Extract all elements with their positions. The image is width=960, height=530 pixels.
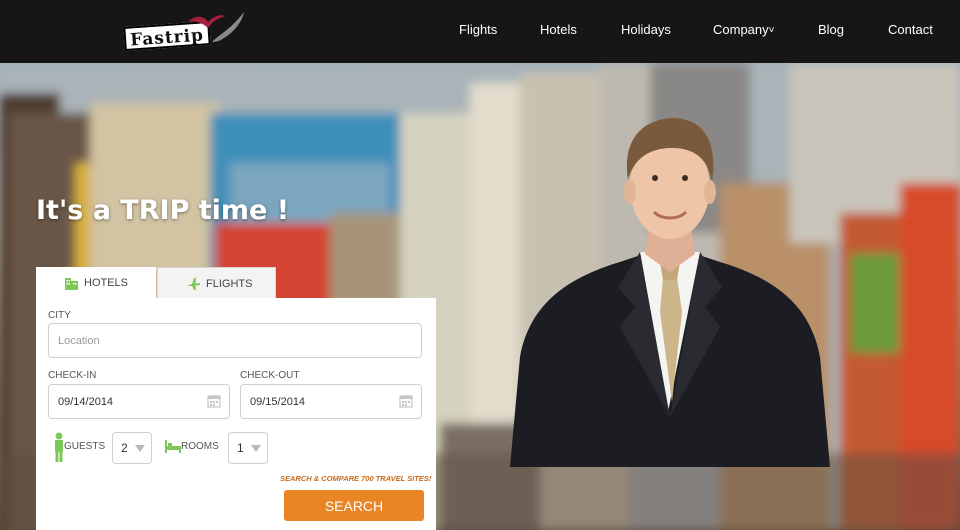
person-icon [55,432,63,462]
caret-down-icon [135,445,145,452]
nav-company-label: Company [713,22,769,37]
nav-holidays[interactable]: Holidays [621,22,671,37]
calendar-icon[interactable] [399,394,413,408]
brand-logo[interactable]: Fastrip [123,8,248,52]
checkin-date-input[interactable] [48,384,230,419]
bed-icon [165,440,181,453]
bird-logo-icon [188,12,244,42]
guests-value: 2 [121,441,128,455]
city-label: CITY [48,310,71,321]
chevron-down-icon: ˅ [768,25,775,36]
top-navbar: Fastrip Flights Hotels Holidays Company˅… [0,0,960,63]
search-button[interactable]: SEARCH [284,490,424,521]
checkout-date-input[interactable] [240,384,422,419]
calendar-icon[interactable] [207,394,221,408]
nav-company[interactable]: Company˅ [713,22,774,37]
plane-icon [187,278,200,290]
rooms-select[interactable]: 1 [228,432,268,464]
caret-down-icon [251,445,261,452]
tab-hotels[interactable]: HOTELS [36,267,156,299]
checkout-label: CHECK-OUT [240,370,300,381]
rooms-label: ROOMS [181,441,219,452]
tab-flights-label: FLIGHTS [206,278,253,290]
nav-hotels[interactable]: Hotels [540,22,577,37]
guests-select[interactable]: 2 [112,432,152,464]
hero-title: It's a TRIP time ! [36,195,290,226]
building-icon [65,278,78,290]
tab-flights[interactable]: FLIGHTS [157,267,276,299]
nav-flights[interactable]: Flights [459,22,497,37]
city-input[interactable] [48,323,422,358]
tab-hotels-label: HOTELS [84,277,129,289]
promo-text: SEARCH & COMPARE 700 TRAVEL SITES! [280,474,432,483]
guests-label: GUESTS [64,441,106,452]
hotel-search-form: CITY CHECK-IN CHECK-OUT GUESTS 2 [36,298,436,530]
rooms-value: 1 [237,441,244,455]
checkin-label: CHECK-IN [48,370,97,381]
nav-blog[interactable]: Blog [818,22,844,37]
businessman-image [510,118,830,467]
nav-contact[interactable]: Contact [888,22,933,37]
